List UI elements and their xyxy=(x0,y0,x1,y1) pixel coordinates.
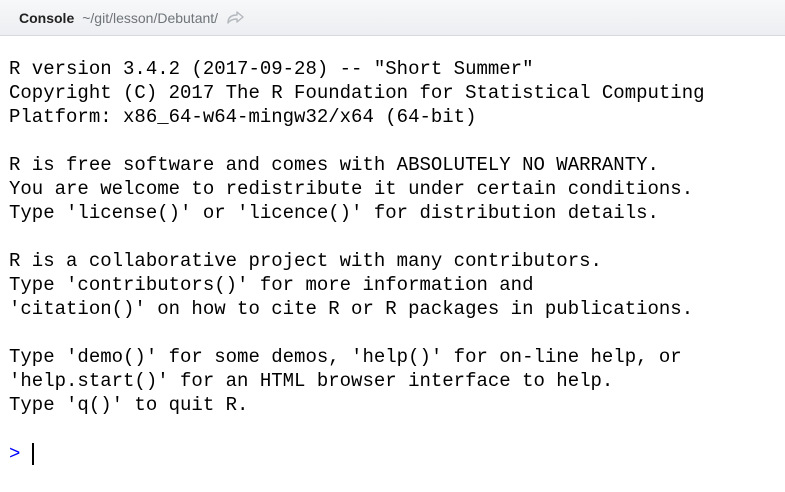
console-output-line: Type 'license()' or 'licence()' for dist… xyxy=(9,202,659,224)
console-output-line: Copyright (C) 2017 The R Foundation for … xyxy=(9,82,705,104)
console-header: Console ~/git/lesson/Debutant/ xyxy=(0,0,785,36)
console-output-line: Type 'q()' to quit R. xyxy=(9,394,249,416)
console-output-line: You are welcome to redistribute it under… xyxy=(9,178,694,200)
console-tab[interactable]: Console xyxy=(19,10,74,26)
console-output-line: Type 'contributors()' for more informati… xyxy=(9,274,534,296)
console-pane: Console ~/git/lesson/Debutant/ R version… xyxy=(0,0,785,492)
text-cursor xyxy=(32,443,35,465)
console-output-line: R version 3.4.2 (2017-09-28) -- "Short S… xyxy=(9,58,534,80)
console-output-line: Platform: x86_64-w64-mingw32/x64 (64-bit… xyxy=(9,106,477,128)
console-prompt-line[interactable]: > xyxy=(9,441,35,467)
console-output-line: R is free software and comes with ABSOLU… xyxy=(9,154,659,176)
console-output-line: 'citation()' on how to cite R or R packa… xyxy=(9,298,694,320)
working-directory-path: ~/git/lesson/Debutant/ xyxy=(82,9,219,26)
console-input-area[interactable] xyxy=(0,436,785,472)
console-output-line: R is a collaborative project with many c… xyxy=(9,250,602,272)
console-output-line: Type 'demo()' for some demos, 'help()' f… xyxy=(9,346,682,368)
go-to-directory-icon[interactable] xyxy=(226,10,244,25)
prompt-symbol: > xyxy=(9,443,21,465)
console-output: R version 3.4.2 (2017-09-28) -- "Short S… xyxy=(9,57,705,417)
console-output-line: 'help.start()' for an HTML browser inter… xyxy=(9,370,614,392)
